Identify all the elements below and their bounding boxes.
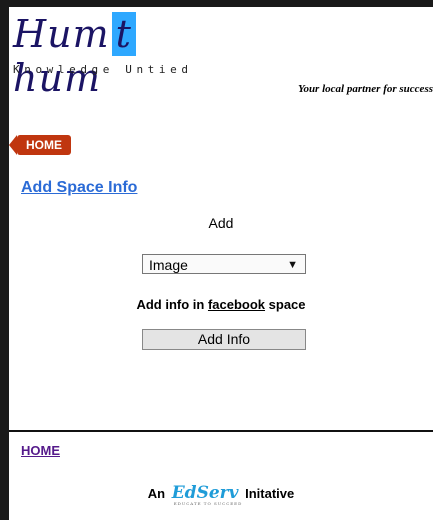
humthum-logo[interactable]: Hum thum Knowledge Untied bbox=[13, 12, 223, 100]
edserv-tagline: EDUCATE TO SUCCEED bbox=[173, 501, 243, 506]
footer-divider bbox=[9, 430, 433, 432]
add-info-button[interactable]: Add Info bbox=[142, 329, 306, 350]
tagline: Your local partner for success bbox=[297, 83, 433, 95]
info-instruction: Add info in facebook space bbox=[136, 297, 306, 312]
footer-home-link[interactable]: HOME bbox=[21, 443, 60, 458]
facebook-space-link[interactable]: facebook bbox=[208, 297, 265, 312]
add-label: Add bbox=[208, 215, 234, 231]
dropdown-arrow-icon: ▼ bbox=[287, 259, 298, 271]
logo-subtitle: Knowledge Untied bbox=[13, 63, 193, 76]
home-button[interactable]: HOME bbox=[9, 135, 71, 155]
page-frame: Hum thum Knowledge Untied Your local part… bbox=[9, 7, 433, 520]
logo-wordmark: Hum thum bbox=[13, 12, 223, 100]
edserv-logo: EdServ EDUCATE TO SUCCEED bbox=[171, 483, 243, 506]
info-type-select[interactable]: Image ▼ bbox=[142, 254, 306, 274]
page-title-link[interactable]: Add Space Info bbox=[21, 179, 137, 197]
select-value: Image bbox=[149, 257, 188, 273]
edserv-initiative: An EdServ EDUCATE TO SUCCEED Initative bbox=[147, 483, 295, 506]
